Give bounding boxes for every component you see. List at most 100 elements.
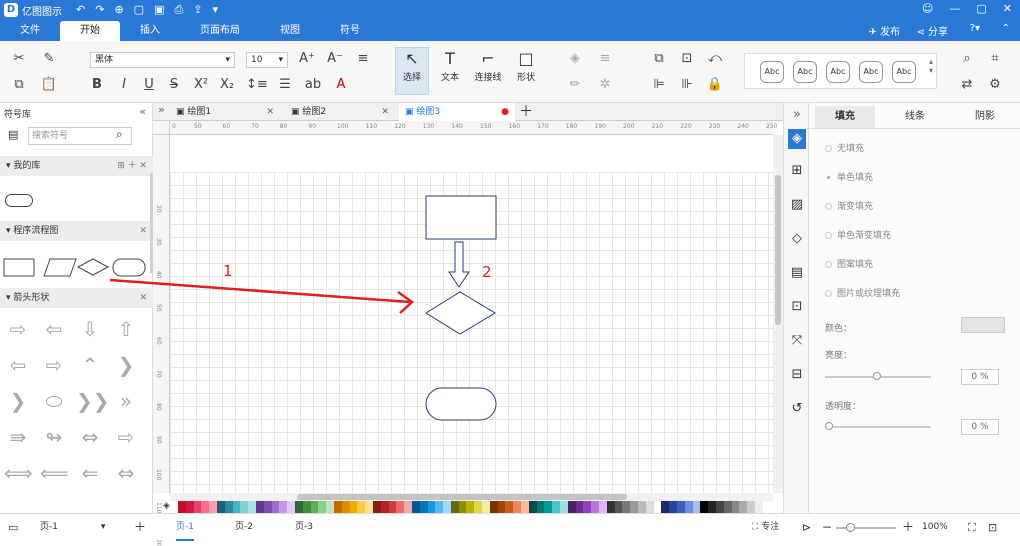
color-swatch[interactable] [575, 501, 584, 513]
select-tool-button[interactable]: ↖ 选择 [395, 47, 429, 95]
color-swatch[interactable] [528, 501, 537, 513]
canvas-grid[interactable] [170, 172, 773, 493]
color-swatch[interactable] [271, 501, 280, 513]
color-swatch[interactable] [201, 501, 210, 513]
color-swatch[interactable] [435, 501, 444, 513]
doc-tab-2[interactable]: ▣ 绘图2 ✕ [285, 103, 395, 121]
library-shape-terminator[interactable] [5, 194, 33, 207]
fill-option-picture[interactable]: 图片或纹理填充 [825, 286, 900, 299]
play-icon[interactable]: ⊳ [802, 514, 811, 541]
color-swatch[interactable] [482, 501, 490, 513]
tab-insert[interactable]: 插入 [120, 21, 180, 41]
arrow-left-shape[interactable]: ⇐ [76, 461, 104, 485]
double-arrow-shape[interactable]: ⟺ [4, 461, 33, 485]
color-swatch[interactable] [560, 501, 568, 513]
print-icon[interactable]: ⎙ [174, 3, 183, 17]
zoom-slider-handle[interactable] [846, 523, 855, 532]
curved-arrow-shape[interactable]: ↬ [40, 425, 68, 449]
striped-arrow-shape[interactable]: ⇛ [4, 425, 32, 449]
layers-panel-icon[interactable]: ◇ [788, 231, 806, 246]
color-swatch[interactable] [684, 501, 693, 513]
color-swatch[interactable] [583, 501, 592, 513]
close-tab-icon[interactable]: ✕ [381, 103, 389, 121]
color-swatch[interactable] [700, 501, 709, 513]
color-swatch[interactable] [723, 501, 732, 513]
arrow-left-right-shape[interactable]: ⇦ [4, 353, 32, 377]
tab-file[interactable]: 文件 [0, 21, 60, 41]
color-swatch[interactable] [341, 501, 350, 513]
focus-mode-button[interactable]: ⛶ 专注 [752, 514, 779, 541]
search-icon[interactable]: ⌕ [116, 127, 123, 142]
collapse-panel-icon[interactable]: « [139, 105, 146, 118]
color-swatch[interactable] [224, 501, 233, 513]
color-swatch[interactable] [294, 501, 303, 513]
color-swatch[interactable] [544, 501, 553, 513]
color-swatch[interactable] [411, 501, 420, 513]
more-icon[interactable]: ▾ [213, 3, 219, 17]
replace-icon[interactable]: ⇄ [958, 77, 976, 92]
color-swatch[interactable] [677, 501, 685, 513]
color-swatch[interactable] [536, 501, 545, 513]
italic-icon[interactable]: I [115, 77, 133, 92]
arrow-left-shape[interactable]: ⟸ [40, 461, 69, 485]
hexagon-arrow-shape[interactable]: ⬭ [40, 389, 68, 413]
lock-icon[interactable]: 🔒 [706, 77, 724, 92]
tab-shadow[interactable]: 阴影 [955, 106, 1015, 128]
tab-fill[interactable]: 填充 [815, 106, 875, 128]
section-flowchart[interactable]: ▾ 程序流程图 ✕ [0, 221, 153, 241]
close-tab-icon[interactable]: ✕ [266, 103, 274, 121]
align-icon[interactable]: ≡ [354, 51, 372, 66]
page-tab-3[interactable]: 页-3 [295, 514, 313, 541]
doc-tab-1[interactable]: ▣ 绘图1 ✕ [170, 103, 280, 121]
collapse-right-panel-icon[interactable]: » [788, 107, 806, 122]
style-sample[interactable]: Abc [793, 61, 817, 83]
arrow-left-shape[interactable]: ⇦ [40, 317, 68, 341]
zoom-out-icon[interactable]: − [822, 514, 832, 541]
data-panel-icon[interactable]: ⊡ [788, 299, 806, 314]
page-panel-icon[interactable]: ▤ [788, 265, 806, 280]
zoom-in-icon[interactable]: ＋ [902, 514, 914, 541]
color-swatch[interactable] [240, 501, 249, 513]
double-chevron-shape[interactable]: ❯❯ [76, 389, 110, 413]
color-swatch[interactable] [489, 501, 498, 513]
fill-option-none[interactable]: 无填充 [825, 141, 864, 154]
fill-option-mono-gradient[interactable]: 单色渐变填充 [825, 228, 891, 241]
grid-panel-icon[interactable]: ⊞ [788, 163, 806, 178]
distribute-icon[interactable]: ⊪ [678, 77, 696, 92]
page-tab-2[interactable]: 页-2 [235, 514, 253, 541]
color-swatch[interactable] [372, 501, 381, 513]
color-swatch[interactable] [653, 501, 662, 513]
shape-tool-button[interactable]: □ 形状 [509, 48, 543, 83]
tab-page-layout[interactable]: 页面布局 [180, 21, 260, 41]
color-swatch[interactable] [497, 501, 506, 513]
color-swatch[interactable] [552, 501, 561, 513]
fill-bucket-icon[interactable]: ◈ [163, 501, 170, 511]
color-swatch[interactable] [762, 501, 771, 513]
image-panel-icon[interactable]: ▨ [788, 197, 806, 212]
color-swatch[interactable] [754, 501, 763, 513]
color-swatch[interactable] [591, 501, 600, 513]
text-tool-button[interactable]: T 文本 [433, 48, 467, 83]
double-arrow-shape[interactable]: ⇔ [112, 461, 140, 485]
color-swatch[interactable] [396, 501, 405, 513]
add-tab-icon[interactable]: ＋ [519, 103, 533, 121]
double-arrow-shape[interactable]: ⇔ [76, 425, 104, 449]
color-swatch[interactable] [178, 501, 186, 513]
brightness-value[interactable]: 0 % [961, 369, 999, 385]
color-swatch[interactable] [443, 501, 451, 513]
color-swatch[interactable] [450, 501, 459, 513]
color-swatch[interactable] [961, 317, 1005, 333]
page-tab-1[interactable]: 页-1 [176, 514, 194, 541]
doc-tab-3[interactable]: ▣ 绘图3 ● [399, 103, 515, 121]
line-color-icon[interactable]: ✏ [566, 77, 584, 92]
color-swatch[interactable] [458, 501, 467, 513]
unsaved-dot-icon[interactable]: ● [501, 103, 509, 121]
publish-button[interactable]: ✈ 发布 [868, 23, 900, 38]
color-swatch[interactable] [279, 501, 288, 513]
color-swatch[interactable] [232, 501, 241, 513]
subscript-icon[interactable]: X₂ [218, 77, 236, 92]
fill-option-solid[interactable]: 单色填充 [825, 170, 873, 183]
bullets-icon[interactable]: ☰ [276, 77, 294, 92]
arrow-down-shape[interactable]: ⇩ [76, 317, 104, 341]
color-swatch[interactable] [255, 501, 264, 513]
